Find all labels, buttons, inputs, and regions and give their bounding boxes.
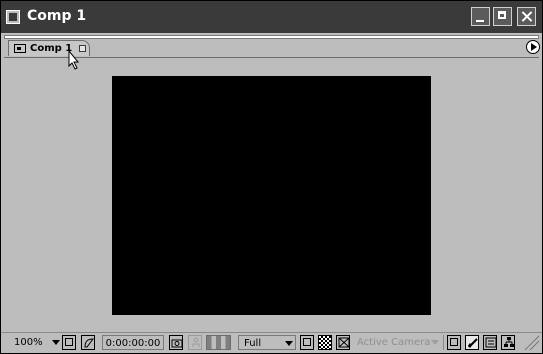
person-icon	[192, 337, 200, 347]
3d-view-dropdown[interactable]: Active Camera	[353, 335, 441, 350]
safe-zones-icon	[65, 338, 73, 346]
region-of-interest-button[interactable]	[300, 335, 314, 350]
close-button[interactable]	[517, 7, 536, 26]
tab-close-box[interactable]	[79, 45, 86, 52]
divider	[443, 335, 444, 350]
tab-label: Comp 1	[30, 43, 73, 54]
snapshot-button[interactable]	[169, 335, 183, 350]
mouse-cursor-icon	[68, 50, 80, 70]
timeline-icon	[485, 337, 497, 348]
layout-icon	[450, 338, 458, 346]
top-rail	[4, 35, 539, 39]
current-time-display[interactable]: 0:00:00:00	[102, 335, 164, 350]
panel-options-button[interactable]	[526, 40, 540, 54]
draft-3d-button[interactable]	[465, 335, 479, 350]
region-icon	[303, 338, 311, 346]
pixel-aspect-button[interactable]	[336, 335, 350, 350]
viewer-status-bar: 100% 0:00:00:00 Full Active Camera	[1, 332, 542, 353]
transparency-grid-button[interactable]	[318, 335, 332, 350]
maximize-button[interactable]	[493, 7, 512, 26]
resolution-dropdown[interactable]: Full	[238, 335, 296, 350]
magnification-dropdown[interactable]: 100%	[14, 335, 62, 350]
mask-path-visibility-button[interactable]	[81, 335, 95, 350]
flowchart-icon	[504, 337, 514, 347]
resolution-value: Full	[244, 338, 262, 349]
crossed-box-icon	[338, 337, 350, 348]
show-last-snapshot-button[interactable]	[188, 335, 202, 350]
composition-viewer[interactable]	[112, 76, 431, 315]
mask-icon	[84, 338, 95, 348]
title-bar[interactable]: Comp 1	[1, 1, 542, 33]
minimize-button[interactable]	[471, 7, 490, 26]
resize-grip[interactable]	[521, 335, 539, 350]
camera-icon	[171, 339, 183, 348]
color-channels-button[interactable]	[206, 335, 231, 350]
view-value: Active Camera	[357, 337, 431, 348]
draft-icon	[467, 338, 478, 348]
composition-icon	[14, 44, 26, 53]
composition-window: Comp 1 Comp 1 100% 0:00:00:00 Full Activ…	[0, 0, 543, 353]
timeline-button[interactable]	[483, 335, 497, 350]
tab-bar: Comp 1	[4, 40, 539, 58]
app-icon	[6, 10, 20, 24]
window-title: Comp 1	[27, 8, 87, 24]
view-layout-button[interactable]	[447, 335, 461, 350]
zoom-value: 100%	[14, 337, 43, 348]
title-action-safe-button[interactable]	[62, 335, 76, 350]
flowchart-button[interactable]	[501, 335, 515, 350]
